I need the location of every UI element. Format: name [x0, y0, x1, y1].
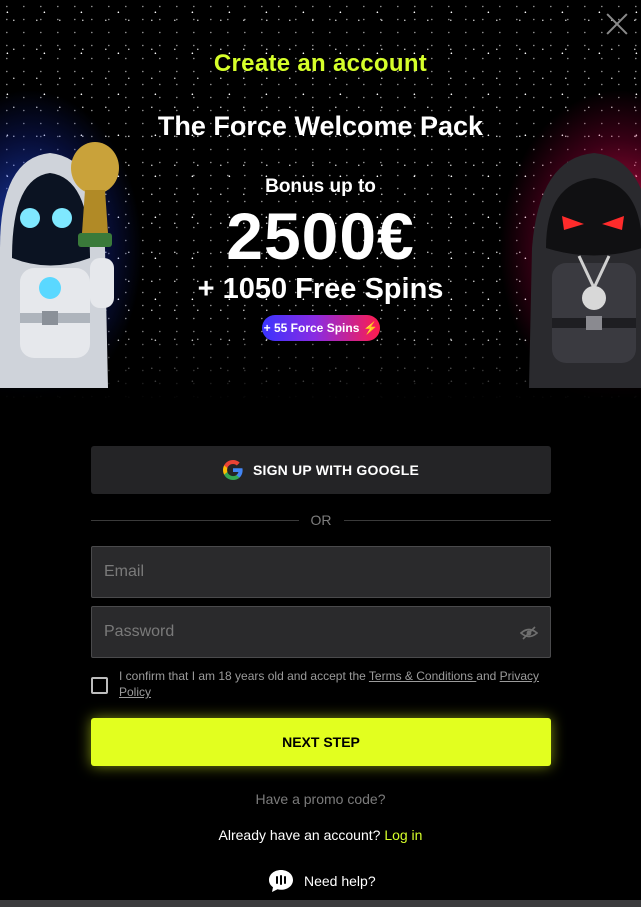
login-prompt: Already have an account?: [218, 827, 385, 843]
bottom-scrollbar: [0, 900, 641, 907]
modal-title: Create an account: [213, 50, 428, 77]
google-signup-label: SIGN UP WITH GOOGLE: [252, 462, 420, 478]
next-step-button[interactable]: NEXT STEP: [91, 718, 551, 766]
divider-line: [343, 519, 551, 521]
bonus-prefix: Bonus up to: [265, 176, 376, 197]
password-field[interactable]: [92, 607, 550, 657]
promo-code-link[interactable]: Have a promo code?: [0, 791, 641, 807]
force-spins-badge: + 55 Force Spins ⚡: [262, 315, 380, 341]
divider-line: [91, 519, 299, 521]
help-label: Need help?: [304, 873, 376, 889]
terms-link[interactable]: Terms & Conditions: [369, 669, 476, 683]
google-icon: [222, 460, 243, 480]
lightning-icon: ⚡: [363, 321, 379, 335]
email-field[interactable]: [92, 547, 550, 597]
free-spins-text: + 1050 Free Spins: [197, 273, 444, 305]
close-icon[interactable]: [603, 10, 631, 38]
consent-middle: and: [476, 669, 500, 683]
consent-prefix: I confirm that I am 18 years old and acc…: [119, 669, 369, 683]
force-spins-label: + 55 Force Spins: [263, 321, 360, 335]
or-divider: OR: [91, 509, 551, 531]
google-signup-button[interactable]: SIGN UP WITH GOOGLE: [91, 446, 551, 494]
bonus-amount: 2500€: [226, 199, 415, 273]
welcome-pack-title: The Force Welcome Pack: [157, 111, 484, 141]
divider-label: OR: [310, 512, 332, 528]
login-link[interactable]: Log in: [384, 827, 422, 843]
consent-text: I confirm that I am 18 years old and acc…: [119, 668, 551, 700]
eye-off-icon[interactable]: [520, 625, 538, 641]
chat-icon: [269, 870, 293, 892]
email-field-container: [91, 546, 551, 598]
login-prompt-line: Already have an account? Log in: [0, 827, 641, 843]
age-terms-consent: I confirm that I am 18 years old and acc…: [91, 667, 551, 701]
password-field-container: [91, 606, 551, 658]
consent-checkbox[interactable]: [91, 677, 108, 694]
help-button[interactable]: Need help?: [268, 868, 376, 894]
